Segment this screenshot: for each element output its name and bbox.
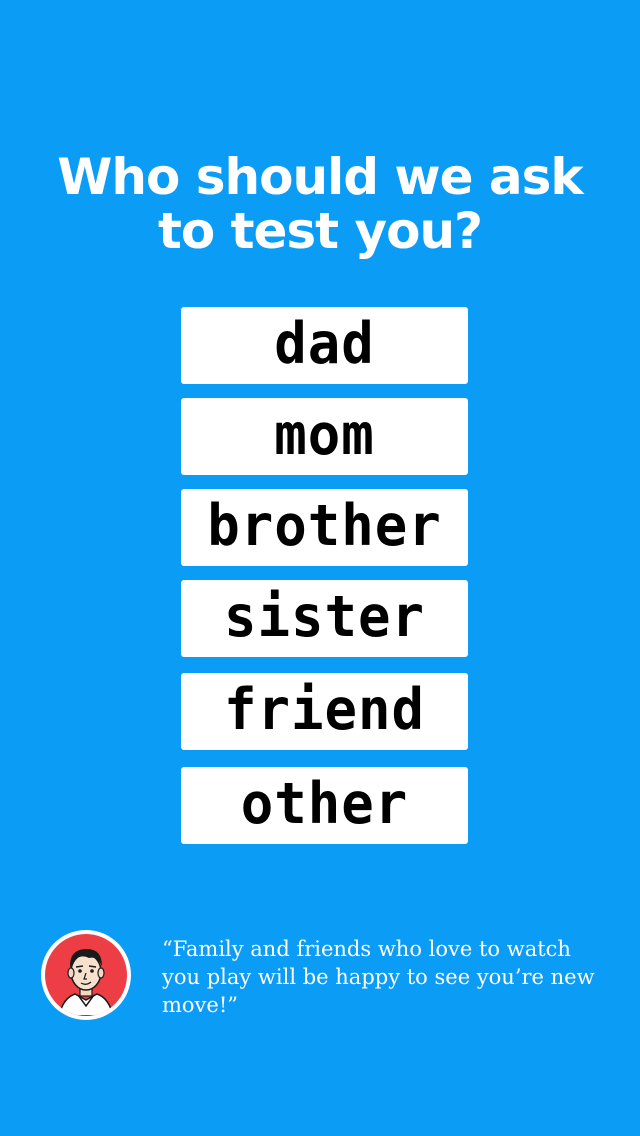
avatar-man-portrait-icon bbox=[45, 934, 127, 1016]
avatar bbox=[41, 930, 131, 1020]
option-brother-button[interactable]: brother bbox=[181, 489, 468, 566]
option-other-button[interactable]: other bbox=[181, 767, 468, 844]
option-label: sister bbox=[223, 582, 426, 650]
option-label: dad bbox=[274, 309, 375, 377]
testimonial-quote: “Family and friends who love to watch yo… bbox=[162, 937, 595, 1017]
option-mom-button[interactable]: mom bbox=[181, 398, 468, 475]
title-line-2: to test you? bbox=[157, 202, 483, 260]
option-sister-button[interactable]: sister bbox=[181, 580, 468, 657]
title-line-1: Who should we ask bbox=[57, 148, 583, 206]
option-label: friend bbox=[223, 675, 426, 743]
option-label: brother bbox=[207, 491, 442, 559]
option-dad-button[interactable]: dad bbox=[181, 307, 468, 384]
option-label: mom bbox=[274, 400, 375, 468]
option-label: other bbox=[240, 769, 409, 837]
page-title: Who should we ask to test you? bbox=[0, 150, 640, 258]
option-friend-button[interactable]: friend bbox=[181, 673, 468, 750]
screen: Who should we ask to test you? dad mom b… bbox=[0, 0, 640, 1136]
